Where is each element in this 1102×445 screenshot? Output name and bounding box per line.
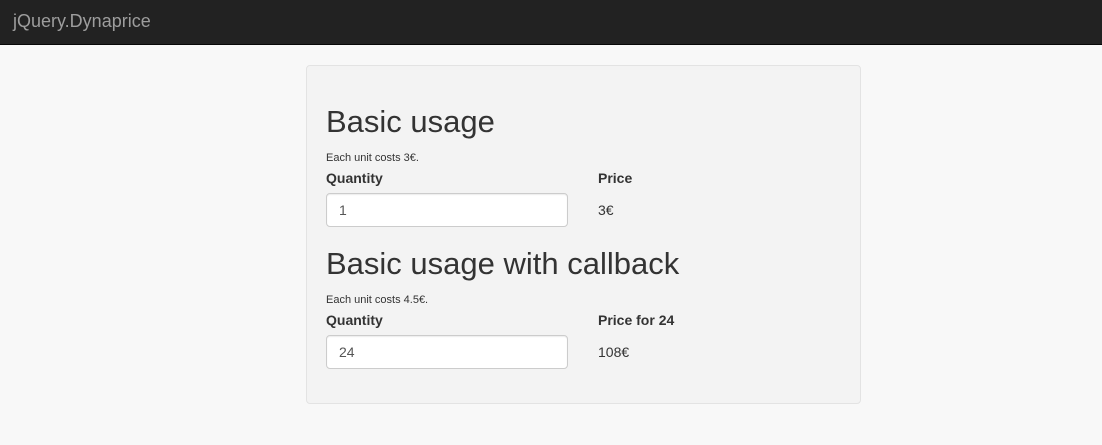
quantity-label: Quantity — [326, 312, 383, 328]
section-description: Each unit costs 3€. — [326, 152, 419, 164]
price-label: Price — [598, 170, 633, 186]
section-description: Each unit costs 4.5€. — [326, 294, 429, 306]
quantity-label: Quantity — [326, 170, 383, 186]
navbar: jQuery.Dynaprice — [0, 0, 1102, 45]
price-value: 3€ — [598, 202, 614, 218]
price-label: Price for 24 — [598, 312, 675, 328]
section-basic-usage-callback: Basic usage with callback Each unit cost… — [326, 246, 846, 369]
quantity-input[interactable] — [326, 193, 568, 227]
price-value: 108€ — [598, 344, 630, 360]
section-title: Basic usage — [326, 104, 495, 139]
quantity-input[interactable] — [326, 335, 568, 369]
demo-panel: Basic usage Each unit costs 3€. Quantity… — [306, 65, 861, 404]
section-title: Basic usage with callback — [326, 246, 680, 281]
navbar-brand[interactable]: jQuery.Dynaprice — [13, 11, 151, 32]
section-basic-usage: Basic usage Each unit costs 3€. Quantity… — [326, 104, 846, 227]
